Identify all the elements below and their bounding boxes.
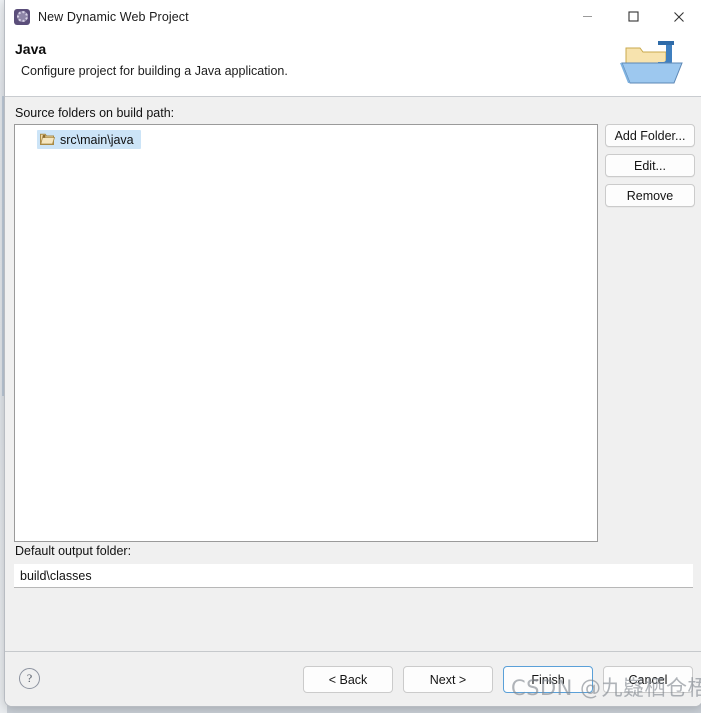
maximize-icon[interactable]: [610, 0, 656, 33]
default-output-folder-input[interactable]: [14, 564, 693, 588]
window-controls: [564, 0, 701, 33]
source-folders-list[interactable]: src\main\java: [14, 124, 598, 542]
source-folders-label: Source folders on build path:: [15, 106, 175, 120]
finish-button[interactable]: Finish: [503, 666, 593, 693]
wizard-body: Source folders on build path: src\main\j…: [5, 97, 701, 651]
cancel-button[interactable]: Cancel: [603, 666, 693, 693]
eclipse-wizard-icon: [14, 8, 30, 25]
source-folder-icon: [40, 133, 55, 145]
wizard-header: Java Configure project for building a Ja…: [5, 33, 701, 97]
page-title: Java: [15, 41, 47, 57]
edit-button[interactable]: Edit...: [605, 154, 695, 177]
back-button[interactable]: < Back: [303, 666, 393, 693]
wizard-navigation: < Back Next > Finish Cancel: [303, 666, 693, 693]
help-icon[interactable]: ?: [19, 668, 40, 689]
page-subtitle: Configure project for building a Java ap…: [21, 64, 288, 78]
remove-button[interactable]: Remove: [605, 184, 695, 207]
list-actions: Add Folder... Edit... Remove: [605, 124, 695, 207]
next-button[interactable]: Next >: [403, 666, 493, 693]
close-icon[interactable]: [656, 0, 701, 33]
dialog-footer: ? < Back Next > Finish Cancel: [5, 651, 701, 706]
window-title: New Dynamic Web Project: [38, 9, 189, 24]
minimize-icon[interactable]: [564, 0, 610, 33]
list-item-label: src\main\java: [60, 132, 134, 147]
title-bar[interactable]: New Dynamic Web Project: [5, 0, 701, 33]
list-item[interactable]: src\main\java: [37, 130, 141, 149]
new-dynamic-web-project-dialog: New Dynamic Web Project Java Configure p…: [4, 0, 701, 707]
java-project-folder-icon: [620, 41, 683, 84]
screen: New Dynamic Web Project Java Configure p…: [0, 0, 701, 713]
add-folder-button[interactable]: Add Folder...: [605, 124, 695, 147]
default-output-folder-label: Default output folder:: [15, 544, 132, 558]
